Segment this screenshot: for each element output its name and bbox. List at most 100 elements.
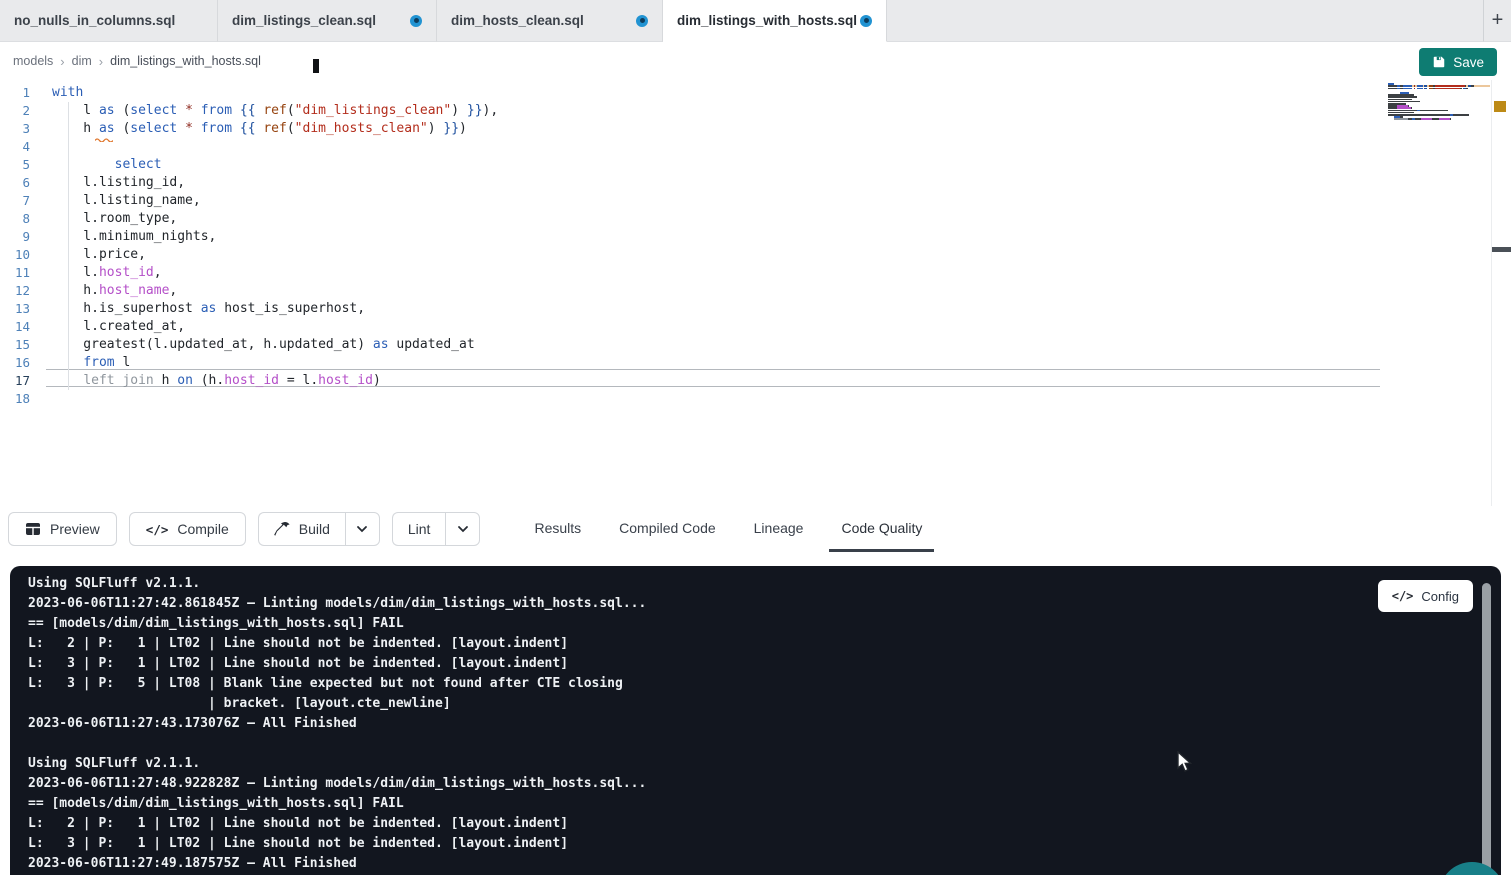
code-icon: </> <box>146 522 169 537</box>
terminal-output: Using SQLFluff v2.1.1.2023-06-06T11:27:4… <box>28 574 1501 874</box>
code-text: h as (select * from {{ ref("dim_hosts_cl… <box>52 120 467 138</box>
code-text: l.listing_name, <box>52 192 201 210</box>
build-button[interactable]: Build <box>258 512 345 546</box>
code-line[interactable]: 9 l.minimum_nights, <box>0 228 1511 246</box>
terminal-line: L: 3 | P: 1 | LT02 | Line should not be … <box>28 654 1501 674</box>
code-line[interactable]: 5 select <box>0 156 1511 174</box>
lint-button-group: Lint <box>392 512 481 546</box>
panel-tab-lineage[interactable]: Lineage <box>742 506 816 552</box>
line-number: 10 <box>0 246 30 264</box>
compile-button[interactable]: </> Compile <box>129 512 246 546</box>
panel-tab-code-quality[interactable]: Code Quality <box>829 506 934 552</box>
code-text: l.price, <box>52 246 146 264</box>
line-number: 8 <box>0 210 30 228</box>
chevron-down-icon <box>356 525 368 533</box>
terminal-scrollbar[interactable] <box>1482 583 1491 875</box>
breadcrumb-separator-icon: › <box>60 54 64 69</box>
code-line[interactable]: 1with <box>0 84 1511 102</box>
editor-tab[interactable]: no_nulls_in_columns.sql <box>0 0 218 42</box>
code-line[interactable]: 4 <box>0 138 1511 156</box>
line-number: 2 <box>0 102 30 120</box>
tab-label: dim_listings_clean.sql <box>232 13 376 28</box>
code-text: greatest(l.updated_at, h.updated_at) as … <box>52 336 475 354</box>
lint-button[interactable]: Lint <box>392 512 446 546</box>
line-number: 5 <box>0 156 30 174</box>
code-line[interactable]: 17 left join h on (h.host_id = l.host_id… <box>0 372 1511 390</box>
panel-tab-results[interactable]: Results <box>522 506 593 552</box>
code-line[interactable]: 15 greatest(l.updated_at, h.updated_at) … <box>0 336 1511 354</box>
tab-bar-spacer <box>887 0 1483 42</box>
code-line[interactable]: 14 l.created_at, <box>0 318 1511 336</box>
code-line[interactable]: 10 l.price, <box>0 246 1511 264</box>
code-text: l.created_at, <box>52 318 185 336</box>
line-number: 4 <box>0 138 30 156</box>
editor-tab[interactable]: dim_listings_with_hosts.sql <box>663 0 887 42</box>
breadcrumb-bar: models › dim › dim_listings_with_hosts.sql <box>0 42 1511 80</box>
lint-terminal[interactable]: Using SQLFluff v2.1.1.2023-06-06T11:27:4… <box>10 566 1501 875</box>
breadcrumb: models › dim › dim_listings_with_hosts.sql <box>13 54 261 69</box>
code-line[interactable]: 11 l.host_id, <box>0 264 1511 282</box>
panel-tab-compiled-code[interactable]: Compiled Code <box>607 506 728 552</box>
code-line[interactable]: 12 h.host_name, <box>0 282 1511 300</box>
build-dropdown-button[interactable] <box>345 512 380 546</box>
compile-label: Compile <box>177 521 228 537</box>
code-editor[interactable]: 1with2 l as (select * from {{ ref("dim_l… <box>0 80 1511 506</box>
line-number: 16 <box>0 354 30 372</box>
line-number: 3 <box>0 120 30 138</box>
breadcrumb-item[interactable]: dim_listings_with_hosts.sql <box>110 54 261 68</box>
action-toolbar: Preview </> Compile Build Lint <box>0 506 1511 552</box>
code-text: select <box>52 156 162 174</box>
terminal-line: L: 2 | P: 1 | LT02 | Line should not be … <box>28 634 1501 654</box>
code-line[interactable]: 3 h as (select * from {{ ref("dim_hosts_… <box>0 120 1511 138</box>
terminal-line: | bracket. [layout.cte_newline] <box>28 694 1501 714</box>
line-number: 17 <box>0 372 30 390</box>
chevron-down-icon <box>457 525 469 533</box>
tab-bar: no_nulls_in_columns.sql dim_listings_clea… <box>0 0 1511 42</box>
breadcrumb-item[interactable]: dim <box>72 54 92 68</box>
terminal-line: L: 3 | P: 1 | LT02 | Line should not be … <box>28 834 1501 854</box>
breadcrumb-item[interactable]: models <box>13 54 53 68</box>
code-text: l.listing_id, <box>52 174 185 192</box>
build-button-group: Build <box>258 512 380 546</box>
terminal-line: L: 2 | P: 1 | LT02 | Line should not be … <box>28 814 1501 834</box>
code-text: from l <box>52 354 130 372</box>
config-button[interactable]: </> Config <box>1378 580 1473 612</box>
breadcrumb-separator-icon: › <box>99 54 103 69</box>
editor-tab[interactable]: dim_listings_clean.sql <box>218 0 437 42</box>
build-label: Build <box>299 521 330 537</box>
preview-label: Preview <box>50 521 100 537</box>
editor-tab[interactable]: dim_hosts_clean.sql <box>437 0 663 42</box>
modified-dot-icon <box>860 15 872 27</box>
new-tab-button[interactable]: + <box>1483 0 1511 42</box>
code-line[interactable]: 6 l.listing_id, <box>0 174 1511 192</box>
code-line[interactable]: 18 <box>0 390 1511 408</box>
editor-scrollbar[interactable] <box>1492 247 1511 252</box>
preview-button[interactable]: Preview <box>8 512 117 546</box>
save-button[interactable]: Save <box>1419 48 1497 76</box>
modified-dot-icon <box>636 15 648 27</box>
lint-dropdown-button[interactable] <box>445 512 480 546</box>
terminal-line: Using SQLFluff v2.1.1. <box>28 574 1501 594</box>
line-number: 7 <box>0 192 30 210</box>
line-number: 14 <box>0 318 30 336</box>
code-line[interactable]: 16 from l <box>0 354 1511 372</box>
save-label: Save <box>1453 55 1484 70</box>
code-line[interactable]: 7 l.listing_name, <box>0 192 1511 210</box>
code-line[interactable]: 8 l.room_type, <box>0 210 1511 228</box>
terminal-line: Using SQLFluff v2.1.1. <box>28 754 1501 774</box>
text-cursor <box>313 59 319 73</box>
lint-label: Lint <box>408 521 431 537</box>
code-line[interactable]: 13 h.is_superhost as host_is_superhost, <box>0 300 1511 318</box>
terminal-line <box>28 734 1501 754</box>
code-text: l.minimum_nights, <box>52 228 216 246</box>
code-line[interactable]: 2 l as (select * from {{ ref("dim_listin… <box>0 102 1511 120</box>
code-text: h.host_name, <box>52 282 177 300</box>
table-icon <box>25 521 41 537</box>
code-text: h.is_superhost as host_is_superhost, <box>52 300 365 318</box>
modified-dot-icon <box>410 15 422 27</box>
code-rows: 1with2 l as (select * from {{ ref("dim_l… <box>0 80 1511 408</box>
line-number: 6 <box>0 174 30 192</box>
line-number: 1 <box>0 84 30 102</box>
minimap-lint-marker <box>1494 101 1506 112</box>
minimap[interactable] <box>1388 83 1490 213</box>
